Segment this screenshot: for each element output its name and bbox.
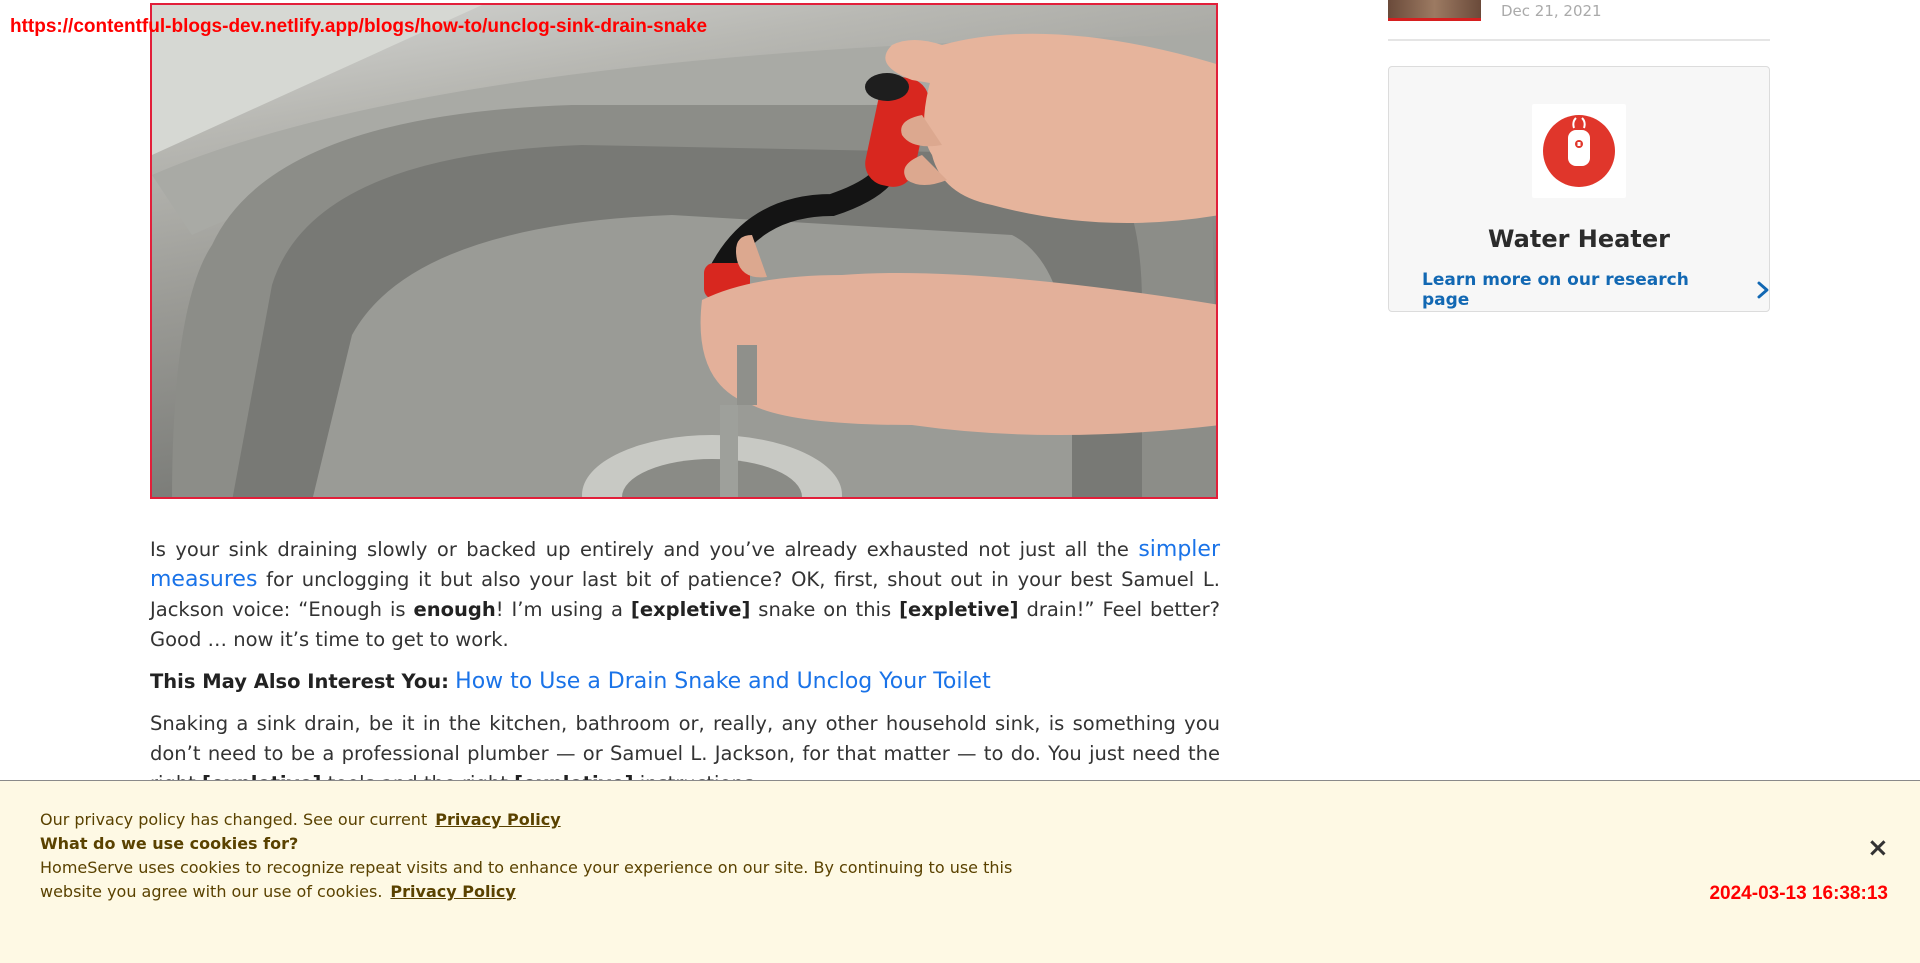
card-title: Water Heater: [1488, 225, 1670, 253]
water-heater-icon: [1532, 104, 1626, 198]
cookie-heading: What do we use cookies for?: [40, 834, 299, 853]
close-icon[interactable]: ×: [1867, 835, 1889, 861]
related-article-link[interactable]: How to Use a Drain Snake and Unclog Your…: [455, 669, 991, 694]
article-paragraph-1: Is your sink draining slowly or backed u…: [150, 537, 1220, 651]
sink-photo-illustration: [152, 5, 1216, 497]
recent-post-thumbnail[interactable]: [1388, 0, 1481, 21]
privacy-policy-link-1[interactable]: Privacy Policy: [435, 810, 560, 829]
related-article-label: This May Also Interest You:: [150, 670, 449, 693]
cookie-body: HomeServe uses cookies to recognize repe…: [40, 858, 1013, 901]
recent-post-date: Dec 21, 2021: [1501, 2, 1602, 20]
cookie-banner: Our privacy policy has changed. See our …: [0, 780, 1920, 963]
hero-image: [150, 3, 1218, 499]
url-overlay: https://contentful-blogs-dev.netlify.app…: [10, 16, 708, 37]
article-body: Is your sink draining slowly or backed u…: [150, 535, 1220, 811]
related-article: This May Also Interest You: How to Use a…: [150, 667, 1220, 697]
timestamp-overlay: 2024-03-13 16:38:13: [1709, 883, 1888, 904]
cookie-text: Our privacy policy has changed. See our …: [40, 808, 1040, 904]
research-card: Water Heater Learn more on our research …: [1388, 66, 1770, 312]
privacy-policy-link-2[interactable]: Privacy Policy: [390, 882, 515, 901]
research-page-link-label: Learn more on our research page: [1422, 270, 1689, 310]
sidebar-divider: [1388, 39, 1770, 41]
cookie-line-1: Our privacy policy has changed. See our …: [40, 810, 561, 829]
chevron-right-icon: [1757, 281, 1769, 299]
research-page-link[interactable]: Learn more on our research page: [1422, 270, 1769, 310]
